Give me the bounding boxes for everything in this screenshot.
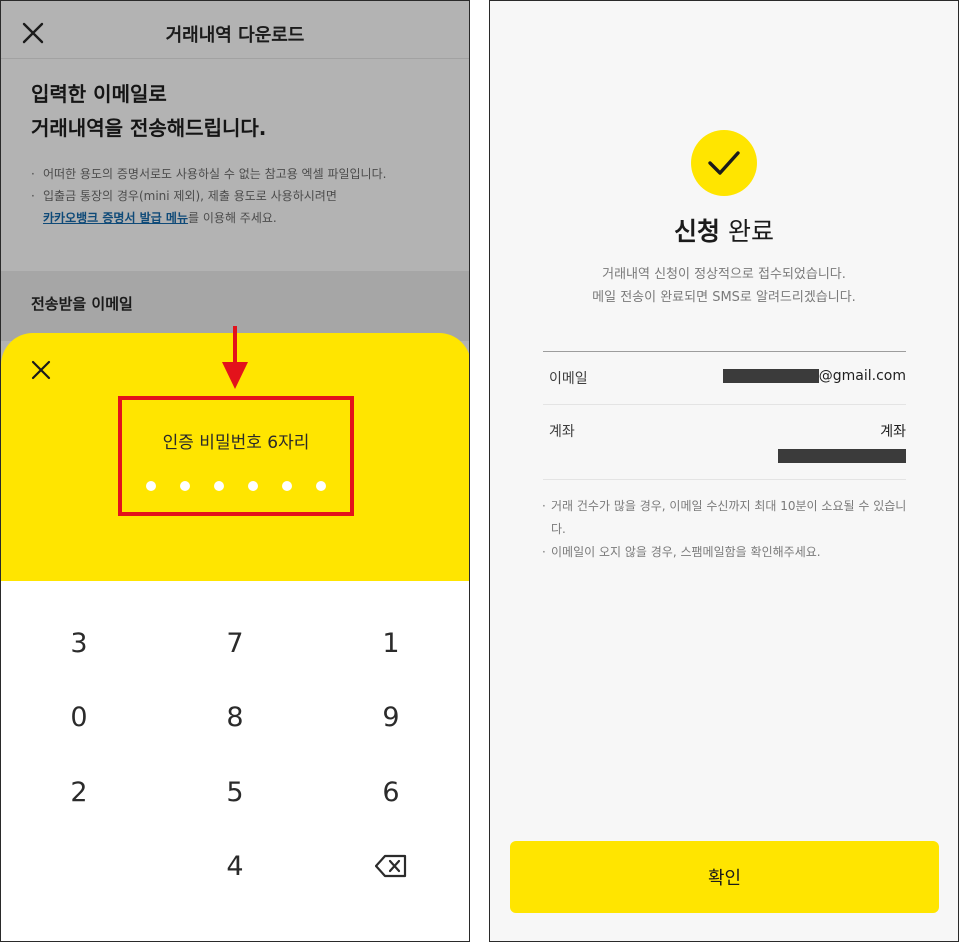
keypad-key[interactable]: 3 <box>19 613 139 673</box>
keypad-key[interactable]: 5 <box>175 762 295 822</box>
summary-row-email: 이메일 @gmail.com <box>543 352 906 405</box>
keypad-key[interactable]: 7 <box>175 613 295 673</box>
notice-text: 를 이용해 주세요. <box>188 211 277 225</box>
summary-row-account: 계좌 계좌 <box>543 405 906 480</box>
number-keypad: 3 7 1 0 8 9 2 5 6 4 <box>1 581 469 941</box>
page-title: 거래내역 다운로드 <box>165 25 305 46</box>
pin-dot <box>180 481 190 491</box>
complete-title: 신청 완료 <box>490 212 958 248</box>
account-label: 계좌 <box>549 424 575 440</box>
header-bar: 거래내역 다운로드 <box>1 1 469 59</box>
check-icon <box>708 151 740 175</box>
complete-description: 거래내역 신청이 정상적으로 접수되었습니다. 메일 전송이 완료되면 SMS로… <box>490 263 958 309</box>
pin-dot <box>214 481 224 491</box>
backspace-icon <box>375 854 407 878</box>
pin-label: 인증 비밀번호 6자리 <box>162 433 310 453</box>
status-badge <box>691 130 757 196</box>
pin-dot <box>282 481 292 491</box>
download-screen: 거래내역 다운로드 입력한 이메일로 거래내역을 전송해드립니다. 어떠한 용도… <box>0 0 470 942</box>
confirm-button[interactable]: 확인 <box>510 841 939 913</box>
notice-item: 입출금 통장의 경우(mini 제외), 제출 용도로 사용하시려면 카카오뱅크… <box>31 185 451 229</box>
keypad-key[interactable]: 1 <box>331 613 451 673</box>
keypad-key[interactable]: 9 <box>331 687 451 747</box>
notice-list: 거래 건수가 많을 경우, 이메일 수신까지 최대 10분이 소요될 수 있습니… <box>542 495 907 564</box>
notice-text: 입출금 통장의 경우(mini 제외), 제출 용도로 사용하시려면 <box>43 189 337 203</box>
request-summary: 이메일 @gmail.com 계좌 계좌 <box>543 351 906 480</box>
arrow-down-icon <box>222 326 248 389</box>
notice-item: 어떠한 용도의 증명서로도 사용하실 수 없는 참고용 엑셀 파일입니다. <box>31 163 451 185</box>
request-complete-screen: 신청 완료 거래내역 신청이 정상적으로 접수되었습니다. 메일 전송이 완료되… <box>489 0 959 942</box>
notice-item: 거래 건수가 많을 경우, 이메일 수신까지 최대 10분이 소요될 수 있습니… <box>542 495 907 541</box>
email-domain: @gmail.com <box>818 368 906 384</box>
title-bold: 신청 <box>674 217 721 246</box>
email-label: 이메일 <box>549 371 588 387</box>
certificate-menu-link[interactable]: 카카오뱅크 증명서 발급 메뉴 <box>43 211 188 225</box>
account-value: 계좌 <box>880 424 906 440</box>
redacted-block <box>722 369 819 383</box>
notice-item: 이메일이 오지 않을 경우, 스팸메일함을 확인해주세요. <box>542 541 907 564</box>
pin-dot <box>316 481 326 491</box>
description-line: 메일 전송이 완료되면 SMS로 알려드리겠습니다. <box>592 290 856 305</box>
pin-indicator <box>146 481 326 493</box>
pin-highlight-box: 인증 비밀번호 6자리 <box>118 396 354 516</box>
close-icon[interactable] <box>31 360 51 380</box>
backspace-key[interactable] <box>331 836 451 896</box>
keypad-key[interactable]: 0 <box>19 687 139 747</box>
section-title: 전송받을 이메일 <box>31 295 133 313</box>
keypad-key[interactable]: 6 <box>331 762 451 822</box>
email-value: @gmail.com <box>722 368 906 384</box>
description-line: 거래내역 신청이 정상적으로 접수되었습니다. <box>602 267 846 282</box>
keypad-key[interactable]: 4 <box>175 836 295 896</box>
pin-dot <box>146 481 156 491</box>
keypad-key[interactable]: 8 <box>175 687 295 747</box>
keypad-key[interactable]: 2 <box>19 762 139 822</box>
notice-list: 어떠한 용도의 증명서로도 사용하실 수 없는 참고용 엑셀 파일입니다. 입출… <box>31 163 451 229</box>
title-rest: 완료 <box>720 217 774 246</box>
headline: 입력한 이메일로 거래내역을 전송해드립니다. <box>31 77 266 145</box>
headline-line: 입력한 이메일로 <box>31 82 167 106</box>
headline-line: 거래내역을 전송해드립니다. <box>31 116 267 140</box>
redacted-block <box>778 449 906 463</box>
pin-dot <box>248 481 258 491</box>
